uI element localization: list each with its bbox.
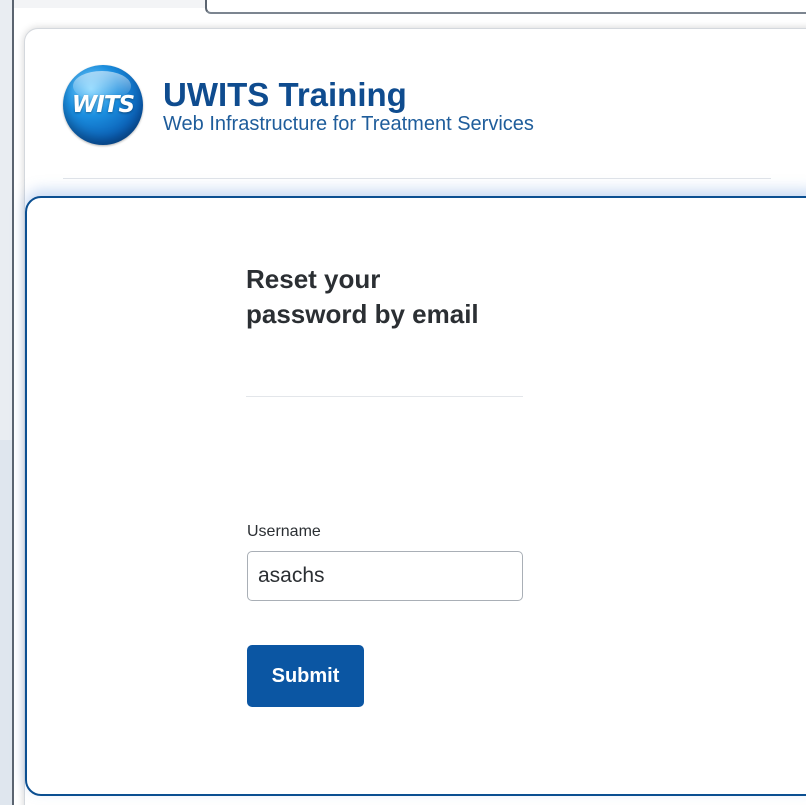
username-input[interactable] — [247, 551, 523, 601]
submit-button[interactable]: Submit — [247, 645, 364, 707]
username-label: Username — [247, 523, 321, 540]
title-divider — [246, 396, 523, 397]
app-subtitle: Web Infrastructure for Treatment Service… — [163, 113, 534, 135]
background-input-edge — [205, 0, 806, 14]
brand: UWITS Training Web Infrastructure for Tr… — [163, 78, 534, 136]
app-header: WITS UWITS Training Web Infrastructure f… — [63, 62, 534, 152]
header-divider — [63, 178, 771, 179]
background-window-edge — [0, 0, 14, 805]
page-title: Reset your password by email — [246, 264, 479, 329]
wits-logo-icon: WITS — [63, 65, 143, 145]
background-window-top — [14, 0, 206, 8]
app-title: UWITS Training — [163, 76, 407, 113]
logo-text: WITS — [71, 92, 135, 118]
background-window-lower — [0, 440, 12, 805]
screen: WITS UWITS Training Web Infrastructure f… — [0, 0, 806, 805]
